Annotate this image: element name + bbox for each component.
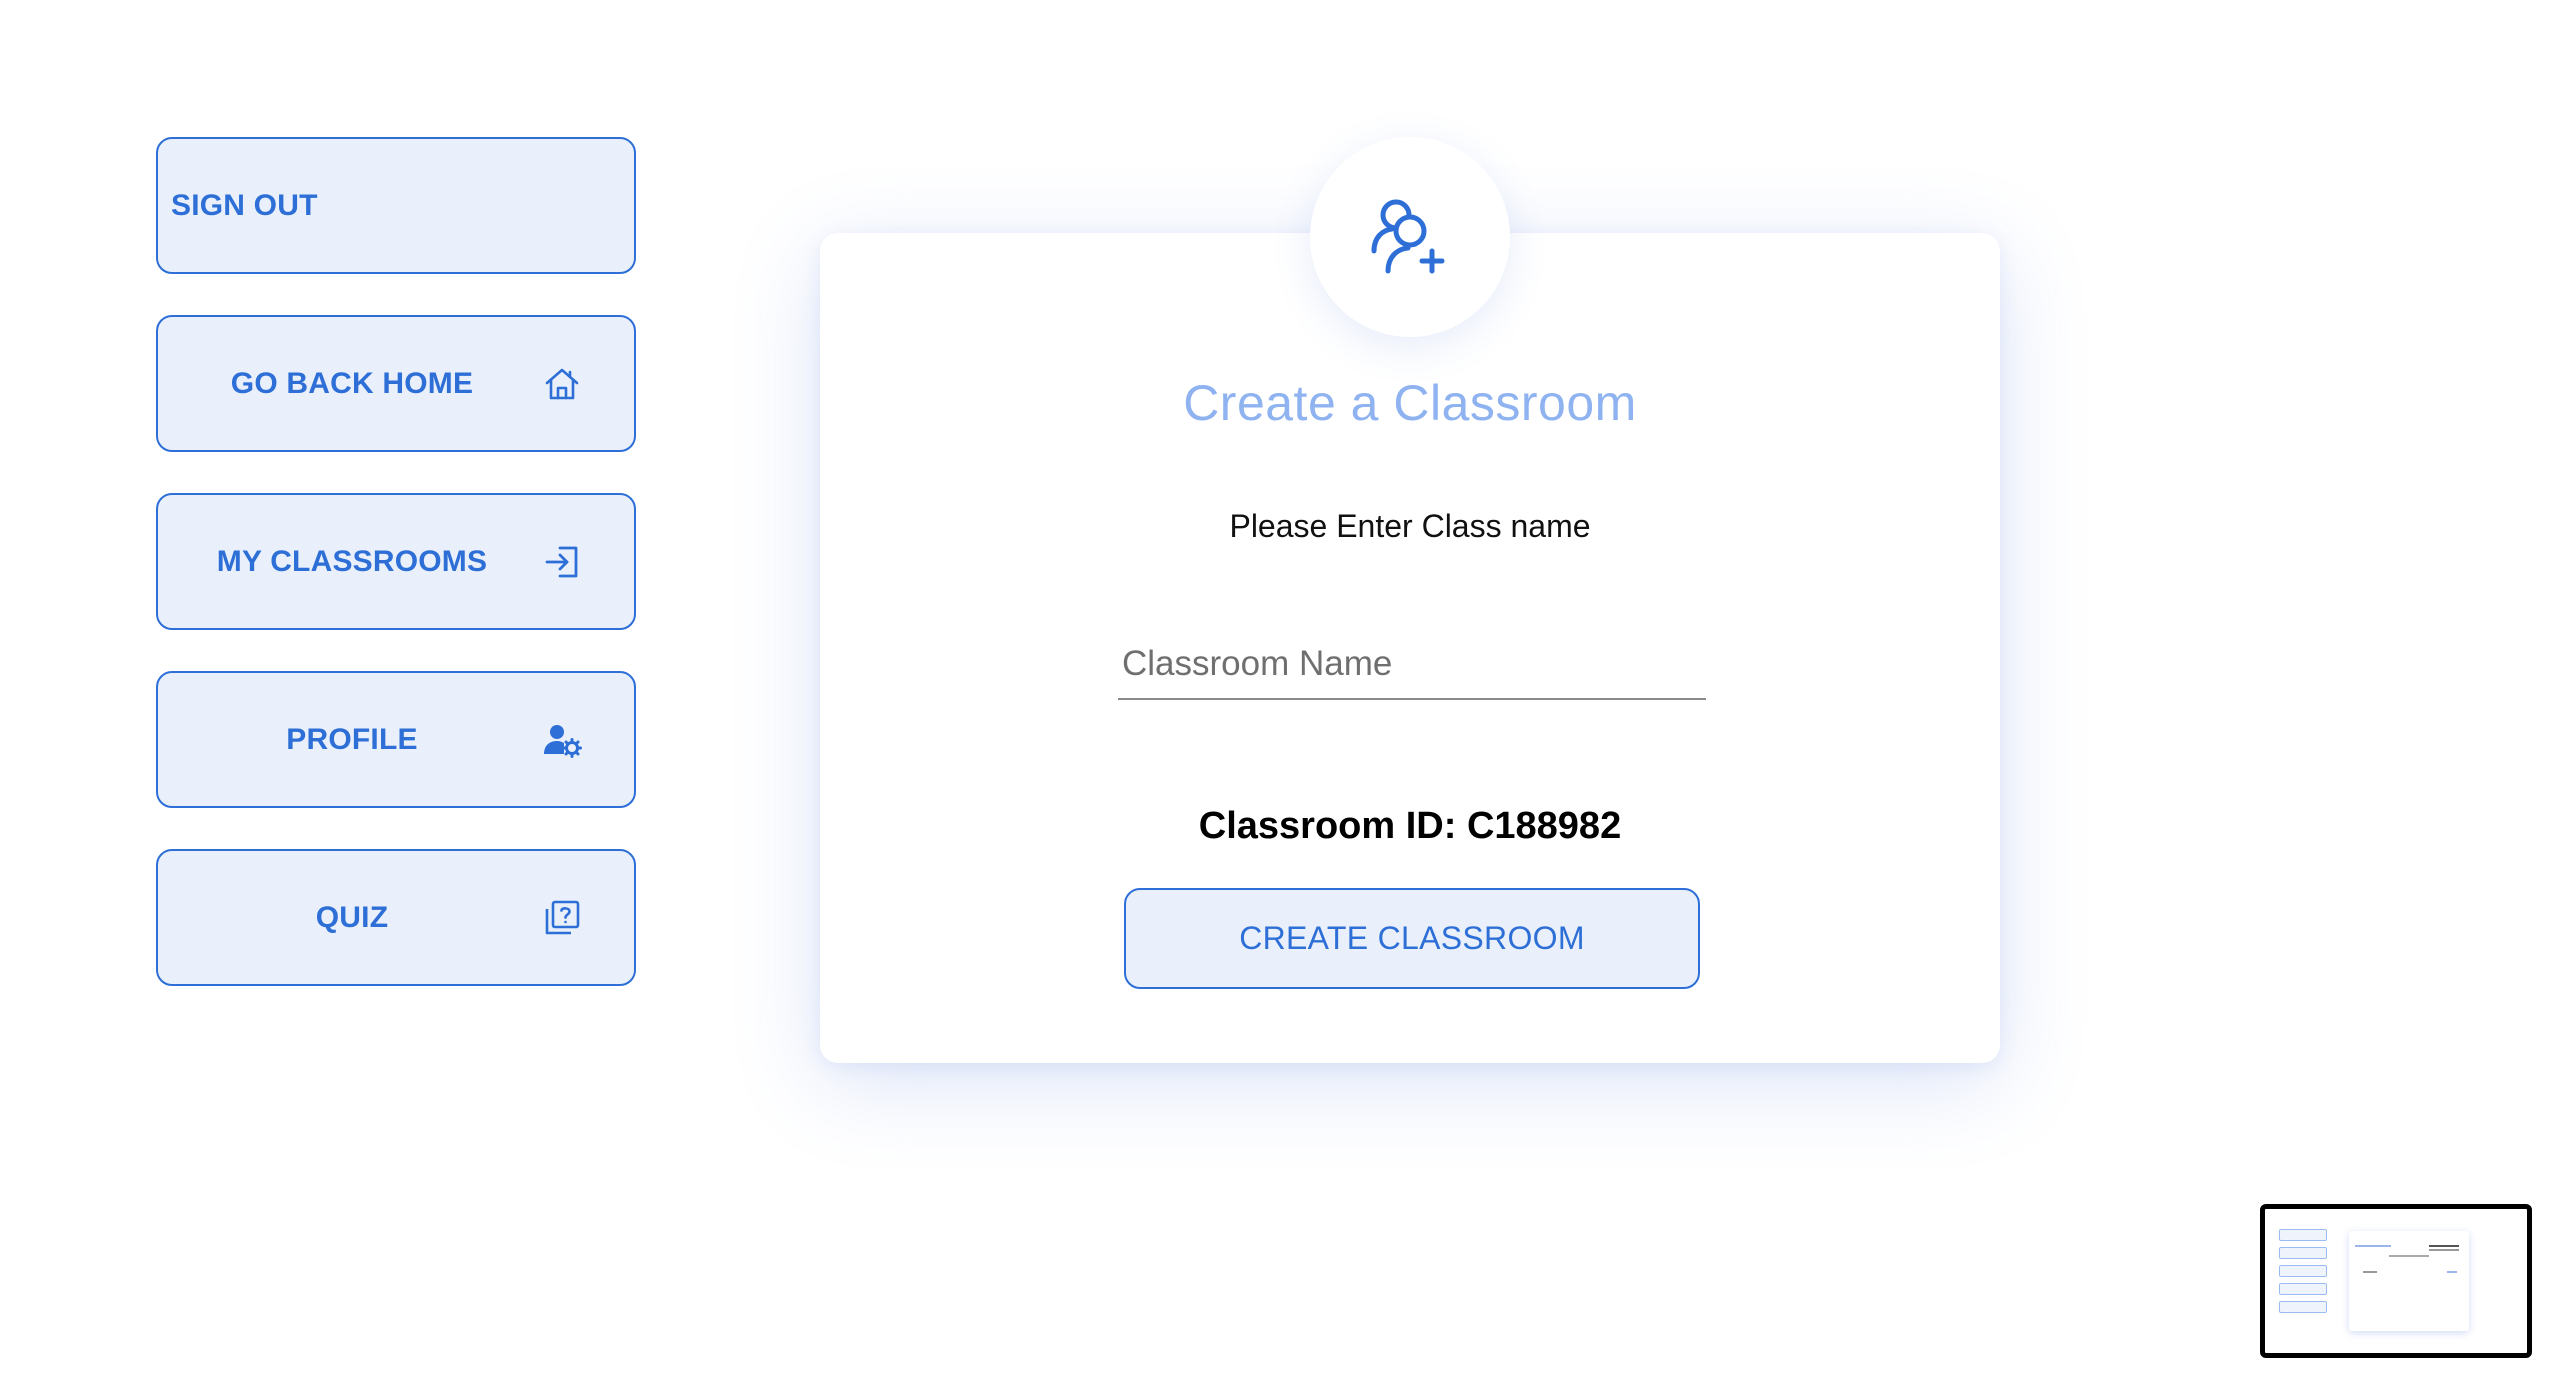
card-title: Create a Classroom [1183,375,1637,431]
my-classrooms-label: MY CLASSROOMS [216,544,488,578]
add-user-icon [1368,193,1452,282]
thumb-nav-item [2279,1247,2327,1259]
sign-out-label: SIGN OUT [171,188,318,222]
sign-in-icon [542,542,582,582]
thumb-nav-item [2279,1265,2327,1277]
thumb-nav-item [2279,1283,2327,1295]
class-name-prompt: Please Enter Class name [1229,508,1591,544]
my-classrooms-button[interactable]: MY CLASSROOMS [156,493,636,630]
quiz-icon [542,898,582,938]
quiz-label: QUIZ [315,900,389,934]
thumb-card [2349,1231,2469,1331]
profile-button[interactable]: PROFILE [156,671,636,808]
go-back-home-label: GO BACK HOME [230,366,474,400]
sign-out-button[interactable]: SIGN OUT [156,137,636,274]
card-header-badge [1310,137,1510,337]
classroom-id-text: Classroom ID: C188982 [1198,805,1622,847]
screen-preview-thumbnail[interactable] [2260,1204,2532,1358]
home-icon [542,364,582,404]
user-settings-icon [542,720,582,760]
quiz-button[interactable]: QUIZ [156,849,636,986]
thumb-nav-item [2279,1301,2327,1313]
page: SIGN OUT GO BACK HOME MY CLASSROOMS PROF… [0,0,2556,1382]
create-classroom-button[interactable]: CREATE CLASSROOM [1124,888,1700,989]
profile-label: PROFILE [286,722,418,756]
classroom-name-input[interactable] [1118,630,1706,700]
thumb-nav-item [2279,1229,2327,1241]
go-back-home-button[interactable]: GO BACK HOME [156,315,636,452]
